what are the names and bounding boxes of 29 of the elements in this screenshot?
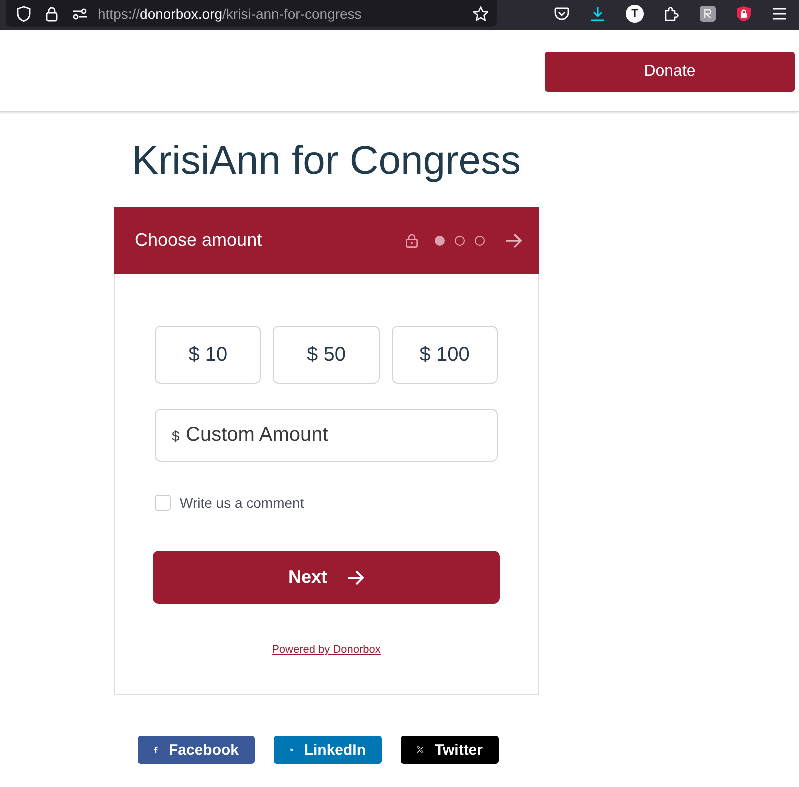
address-bar[interactable]: https://donorbox.org/krisi-ann-for-congress bbox=[6, 0, 497, 27]
share-button[interactable]: Twitter bbox=[401, 736, 499, 764]
amount-option[interactable]: $ 10 bbox=[155, 326, 262, 384]
next-button[interactable]: Next bbox=[153, 551, 500, 604]
star-icon[interactable] bbox=[473, 6, 489, 22]
arrow-right-icon[interactable] bbox=[505, 232, 523, 248]
extension-tile-icon[interactable] bbox=[700, 6, 716, 22]
lock-icon[interactable] bbox=[44, 6, 60, 22]
shield-lock-icon[interactable] bbox=[736, 6, 752, 22]
chevron-shield-icon[interactable] bbox=[554, 6, 570, 22]
download-icon[interactable] bbox=[590, 6, 606, 22]
currency-symbol: $ bbox=[172, 428, 180, 444]
page-title: KrisiAnn for Congress bbox=[130, 138, 522, 185]
step-title: Choose amount bbox=[135, 230, 262, 251]
share-button[interactable]: LinkedIn bbox=[274, 736, 382, 764]
extension-badge[interactable]: T bbox=[626, 4, 644, 22]
amount-option[interactable]: $ 100 bbox=[392, 326, 498, 384]
checkbox-label[interactable]: Write us a comment bbox=[180, 495, 304, 511]
shield-icon[interactable] bbox=[16, 6, 32, 22]
puzzle-icon[interactable] bbox=[664, 6, 680, 22]
menu-icon[interactable] bbox=[772, 6, 788, 22]
arrow-right-icon bbox=[346, 570, 364, 586]
url-text[interactable]: https://donorbox.org/krisi-ann-for-congress bbox=[98, 6, 362, 22]
amount-option[interactable]: $ 50 bbox=[273, 326, 380, 384]
donate-button[interactable]: Donate bbox=[545, 52, 795, 92]
powered-by-link[interactable]: Powered by Donorbox bbox=[272, 644, 381, 656]
comment-checkbox[interactable] bbox=[155, 495, 171, 511]
lock-icon bbox=[406, 234, 418, 248]
share-button[interactable]: Facebook bbox=[138, 736, 255, 764]
